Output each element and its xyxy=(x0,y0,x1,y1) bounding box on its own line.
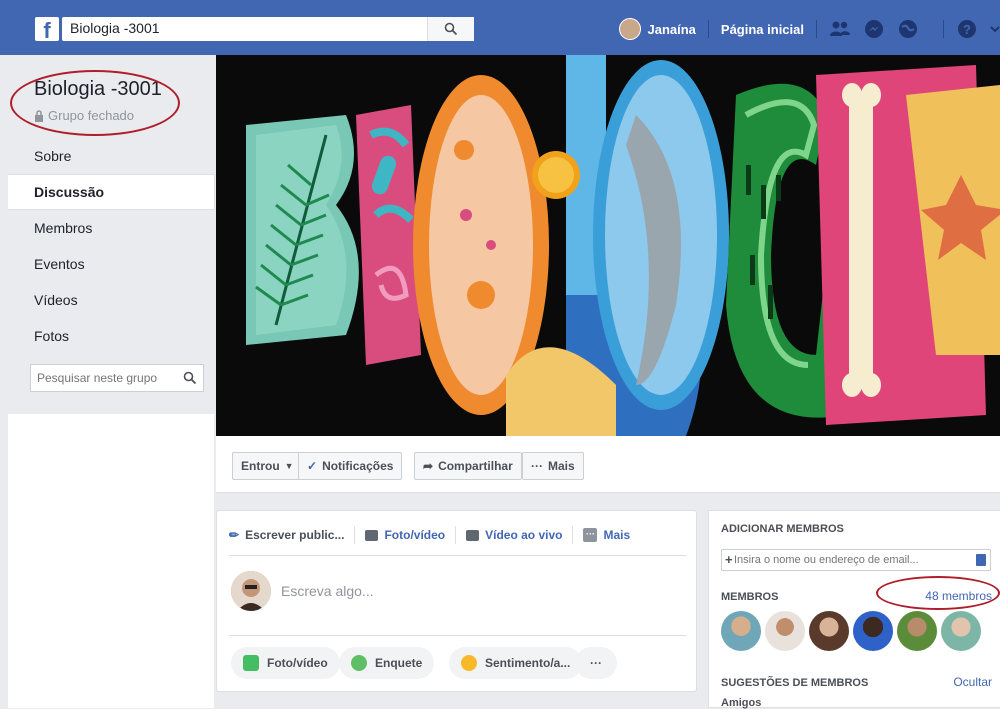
top-navbar: f Janaína Página inicial ? xyxy=(0,0,1000,55)
poll-button-label: Enquete xyxy=(375,656,423,670)
biologia-cover-art xyxy=(216,55,1000,436)
member-avatar[interactable] xyxy=(809,611,849,651)
hide-suggestions-link[interactable]: Ocultar xyxy=(953,675,992,689)
nav-item-eventos[interactable]: Eventos xyxy=(8,246,214,282)
search-button[interactable] xyxy=(427,17,474,41)
more-button[interactable]: ··· Mais xyxy=(522,452,584,480)
friends-label: Amigos xyxy=(721,697,762,709)
group-search[interactable] xyxy=(30,364,204,392)
ellipsis-icon: ··· xyxy=(531,459,543,473)
member-avatars xyxy=(721,611,981,651)
member-suggestions-title: SUGESTÕES DE MEMBROS xyxy=(721,677,869,689)
joined-button[interactable]: Entrou ▼ xyxy=(232,452,303,480)
smiley-icon xyxy=(461,655,477,671)
composer-avatar xyxy=(231,571,271,611)
notifications-button[interactable]: ✓ Notificações xyxy=(298,452,403,480)
chevron-down-icon[interactable] xyxy=(990,18,1000,40)
tab-photo-video[interactable]: Foto/vídeo xyxy=(365,526,457,544)
members-title: MEMBROS xyxy=(721,591,779,603)
feeling-button-label: Sentimento/a... xyxy=(485,656,571,670)
more-button-label: Mais xyxy=(548,459,575,473)
right-sidebar: ADICIONAR MEMBROS + MEMBROS 48 membros S… xyxy=(708,510,1000,709)
tab-photo-video-label: Foto/vídeo xyxy=(384,528,446,542)
facebook-logo-icon[interactable]: f xyxy=(35,17,59,41)
divider xyxy=(707,20,709,38)
divider xyxy=(229,555,686,556)
tab-live-video-label: Vídeo ao vivo xyxy=(485,528,563,542)
nav-item-sobre[interactable]: Sobre xyxy=(8,138,214,174)
photo-video-button-label: Foto/vídeo xyxy=(267,656,328,670)
poll-icon xyxy=(351,655,367,671)
search-input[interactable] xyxy=(70,20,430,36)
group-action-bar: Entrou ▼ ✓ Notificações ➦ Compartilhar ·… xyxy=(216,436,1000,493)
nav-item-fotos[interactable]: Fotos xyxy=(8,318,214,354)
post-composer: ✏ Escrever public... Foto/vídeo Vídeo ao… xyxy=(216,510,697,692)
user-name-link[interactable]: Janaína xyxy=(647,22,695,37)
add-members-field[interactable]: + xyxy=(721,549,991,571)
home-link[interactable]: Página inicial xyxy=(721,22,804,37)
friend-requests-icon[interactable] xyxy=(829,18,851,40)
more-options-button[interactable]: ··· xyxy=(575,647,617,679)
group-privacy-label: Grupo fechado xyxy=(48,108,135,123)
group-privacy: Grupo fechado xyxy=(34,108,134,123)
plus-icon: + xyxy=(725,552,733,567)
member-avatar[interactable] xyxy=(941,611,981,651)
composer-input[interactable]: Escreva algo... xyxy=(281,583,374,599)
camera-icon xyxy=(365,529,379,541)
member-avatar[interactable] xyxy=(765,611,805,651)
user-avatar[interactable] xyxy=(619,18,642,40)
notifications-button-label: Notificações xyxy=(322,459,394,473)
share-button-label: Compartilhar xyxy=(438,459,513,473)
divider xyxy=(816,20,817,38)
joined-button-label: Entrou xyxy=(241,459,280,473)
group-search-input[interactable] xyxy=(37,371,177,385)
divider xyxy=(943,20,944,38)
photo-video-button[interactable]: Foto/vídeo xyxy=(231,647,340,679)
composer-tabs: ✏ Escrever public... Foto/vídeo Vídeo ao… xyxy=(229,525,650,545)
nav-item-discussao[interactable]: Discussão xyxy=(8,174,215,210)
tab-more[interactable]: ··· Mais xyxy=(583,526,640,544)
svg-text:?: ? xyxy=(963,22,971,37)
messenger-icon[interactable] xyxy=(863,18,885,40)
tab-more-label: Mais xyxy=(603,528,631,542)
search-icon[interactable] xyxy=(183,371,197,385)
add-members-input[interactable] xyxy=(734,554,964,566)
help-icon[interactable]: ? xyxy=(956,18,978,40)
tab-write-post-label: Escrever public... xyxy=(245,528,345,542)
member-avatar[interactable] xyxy=(721,611,761,651)
search-bar[interactable] xyxy=(62,17,474,41)
share-arrow-icon: ➦ xyxy=(423,459,434,473)
more-dots-icon: ··· xyxy=(583,528,598,542)
group-title[interactable]: Biologia -3001 xyxy=(34,78,162,101)
group-cover-photo[interactable] xyxy=(216,55,1000,436)
photo-icon xyxy=(243,655,259,671)
add-members-title: ADICIONAR MEMBROS xyxy=(721,523,844,535)
pencil-icon: ✏ xyxy=(229,528,240,542)
member-avatar[interactable] xyxy=(853,611,893,651)
tab-live-video[interactable]: Vídeo ao vivo xyxy=(466,526,574,544)
nav-item-membros[interactable]: Membros xyxy=(8,210,214,246)
share-button[interactable]: ➦ Compartilhar xyxy=(414,452,522,480)
ellipsis-icon: ··· xyxy=(590,656,602,670)
lock-icon xyxy=(35,109,43,122)
contact-book-icon[interactable] xyxy=(976,554,986,566)
caret-down-icon: ▼ xyxy=(284,461,294,471)
group-nav: Sobre Discussão Membros Eventos Vídeos F… xyxy=(8,138,215,354)
video-camera-icon xyxy=(466,529,480,541)
nav-item-videos[interactable]: Vídeos xyxy=(8,282,214,318)
feeling-button[interactable]: Sentimento/a... xyxy=(449,647,583,679)
checkmark-icon: ✓ xyxy=(307,459,318,473)
search-icon xyxy=(444,22,458,36)
member-avatar[interactable] xyxy=(897,611,937,651)
top-right-nav: Janaína Página inicial ? xyxy=(619,17,1000,41)
left-sidebar-top: Biologia -3001 Grupo fechado Sobre Discu… xyxy=(8,58,215,414)
poll-button[interactable]: Enquete xyxy=(339,647,435,679)
notifications-globe-icon[interactable] xyxy=(897,18,919,40)
tab-write-post[interactable]: ✏ Escrever public... xyxy=(229,526,356,544)
members-count-link[interactable]: 48 membros xyxy=(925,589,992,603)
divider xyxy=(229,635,686,636)
left-sidebar: Biologia -3001 Grupo fechado Sobre Discu… xyxy=(8,58,215,708)
